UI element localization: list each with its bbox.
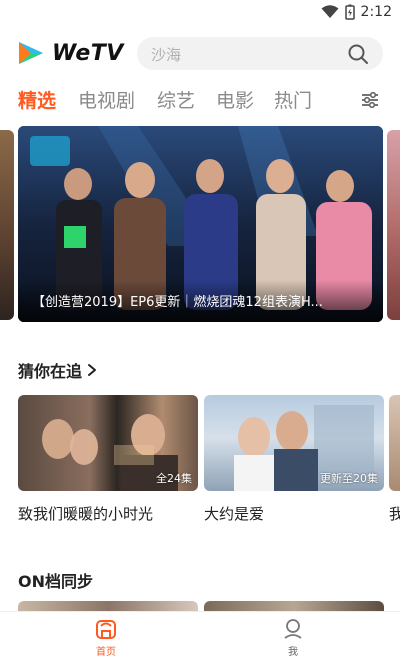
app-header: WeTV 沙海 xyxy=(0,34,400,74)
chevron-right-icon xyxy=(88,364,97,376)
banner-caption: 【创造营2019】EP6更新｜燃烧团魂12组表演H... xyxy=(32,295,323,310)
tab-movies[interactable]: 电影 xyxy=(216,86,254,113)
wetv-play-logo-icon xyxy=(19,42,43,64)
continue-watching-header[interactable]: 猜你在追 xyxy=(18,358,98,382)
home-icon xyxy=(96,620,116,639)
show-thumbnail xyxy=(389,395,400,491)
category-tabs: 精选 电视剧 综艺 电影 热门 xyxy=(0,84,400,118)
banner-carousel[interactable]: 【创造营2019】EP6更新｜燃烧团魂12组表演H... xyxy=(0,126,400,322)
search-icon[interactable] xyxy=(347,43,369,65)
logo-text: WeTV xyxy=(52,40,124,66)
show-card[interactable]: 全24集 致我们暖暖的小时光 xyxy=(18,395,198,524)
wetv-logo[interactable]: WeTV xyxy=(16,40,124,66)
show-thumbnail: 更新至20集 xyxy=(204,395,384,491)
show-title: 大约是爱 xyxy=(204,505,265,523)
episode-badge: 更新至20集 xyxy=(320,472,378,485)
on-schedule-header[interactable]: ON档同步 xyxy=(18,568,93,592)
filter-settings-icon[interactable] xyxy=(360,90,380,110)
status-bar: 2:12 xyxy=(0,0,400,28)
section-title: ON档同步 xyxy=(18,572,93,591)
nav-home-label: 首页 xyxy=(96,647,116,658)
profile-icon xyxy=(284,619,302,639)
bottom-navigation: 首页 我 xyxy=(0,611,400,667)
banner-previous-peek[interactable] xyxy=(0,130,14,320)
search-bar[interactable]: 沙海 xyxy=(137,37,383,70)
show-card[interactable]: 我 xyxy=(389,395,400,524)
nav-profile-label: 我 xyxy=(288,647,298,658)
banner-caption-overlay: 【创造营2019】EP6更新｜燃烧团魂12组表演H... xyxy=(18,280,383,322)
status-time: 2:12 xyxy=(360,4,392,20)
nav-profile[interactable]: 我 xyxy=(263,618,323,658)
show-title: 致我们暖暖的小时光 xyxy=(18,505,154,523)
tab-featured[interactable]: 精选 xyxy=(18,86,56,113)
show-title: 我 xyxy=(389,505,400,523)
featured-banner[interactable]: 【创造营2019】EP6更新｜燃烧团魂12组表演H... xyxy=(18,126,383,322)
show-thumbnail: 全24集 xyxy=(18,395,198,491)
status-icons: 2:12 xyxy=(321,4,392,20)
tab-variety[interactable]: 综艺 xyxy=(157,86,195,113)
search-input[interactable]: 沙海 xyxy=(151,44,181,65)
episode-badge: 全24集 xyxy=(156,472,192,485)
wifi-icon xyxy=(321,5,339,18)
show-card[interactable]: 更新至20集 大约是爱 xyxy=(204,395,384,524)
tab-trending[interactable]: 热门 xyxy=(274,86,312,113)
tab-tv-series[interactable]: 电视剧 xyxy=(78,86,135,113)
section-title: 猜你在追 xyxy=(18,362,83,381)
banner-next-peek[interactable] xyxy=(387,130,400,320)
battery-icon xyxy=(344,4,355,20)
nav-home[interactable]: 首页 xyxy=(76,618,136,658)
